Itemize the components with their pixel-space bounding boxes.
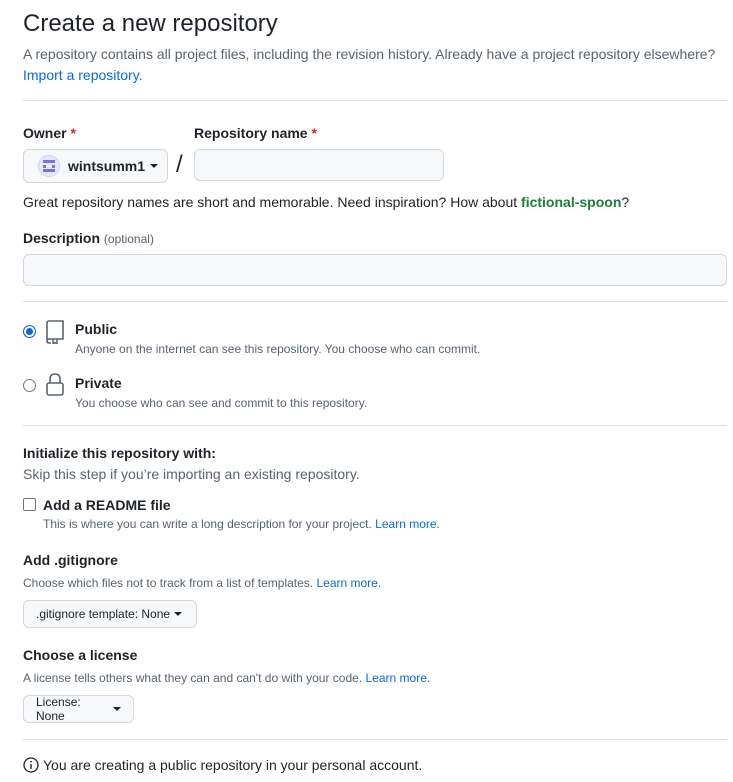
repo-icon bbox=[44, 320, 66, 349]
owner-repo-separator: / bbox=[176, 151, 183, 178]
repo-name-label-text: Repository name bbox=[194, 125, 308, 141]
subtitle-text: A repository contains all project files,… bbox=[23, 46, 716, 62]
private-radio[interactable] bbox=[23, 379, 36, 392]
owner-value: wintsumm1 bbox=[68, 158, 146, 174]
divider bbox=[23, 739, 727, 740]
lock-icon bbox=[44, 372, 66, 401]
name-suggestion-link[interactable]: fictional-spoon bbox=[521, 194, 621, 210]
avatar bbox=[38, 155, 60, 177]
initialize-subtitle: Skip this step if you’re importing an ex… bbox=[23, 466, 360, 482]
info-icon bbox=[23, 757, 39, 773]
description-label-text: Description bbox=[23, 230, 101, 246]
name-hint: Great repository names are short and mem… bbox=[23, 194, 629, 210]
description-input[interactable] bbox=[23, 254, 727, 286]
license-button[interactable]: License: None bbox=[23, 695, 134, 723]
owner-label-text: Owner bbox=[23, 125, 67, 141]
private-title: Private bbox=[75, 375, 122, 391]
license-description-text: A license tells others what they can and… bbox=[23, 671, 363, 685]
chevron-down-icon bbox=[150, 164, 159, 168]
repo-name-label: Repository name * bbox=[194, 125, 317, 141]
readme-checkbox[interactable] bbox=[23, 498, 36, 511]
chevron-down-icon bbox=[113, 707, 121, 711]
name-hint-text: Great repository names are short and mem… bbox=[23, 194, 522, 210]
gitignore-title: Add .gitignore bbox=[23, 552, 118, 568]
repo-name-required-mark: * bbox=[311, 125, 317, 141]
divider bbox=[23, 100, 727, 101]
readme-label[interactable]: Add a README file bbox=[43, 497, 171, 513]
page-title: Create a new repository bbox=[23, 10, 278, 37]
private-description: You choose who can see and commit to thi… bbox=[75, 396, 368, 410]
visibility-note: You are creating a public repository in … bbox=[23, 757, 422, 773]
initialize-title: Initialize this repository with: bbox=[23, 445, 216, 461]
import-repository-link[interactable]: Import a repository. bbox=[23, 67, 143, 83]
owner-select-button[interactable]: wintsumm1 bbox=[23, 149, 168, 183]
gitignore-description-text: Choose which files not to track from a l… bbox=[23, 576, 314, 590]
readme-description-text: This is where you can write a long descr… bbox=[43, 517, 372, 531]
public-description: Anyone on the internet can see this repo… bbox=[75, 342, 481, 356]
license-description: A license tells others what they can and… bbox=[23, 671, 430, 685]
owner-label: Owner * bbox=[23, 125, 76, 141]
name-hint-suffix: ? bbox=[621, 194, 630, 210]
readme-learn-more-link[interactable]: Learn more. bbox=[375, 517, 440, 531]
description-label: Description (optional) bbox=[23, 230, 154, 246]
readme-description: This is where you can write a long descr… bbox=[43, 517, 440, 531]
license-button-label: License: None bbox=[36, 695, 81, 723]
description-optional-text: (optional) bbox=[103, 232, 154, 246]
divider bbox=[23, 301, 727, 302]
owner-required-mark: * bbox=[70, 125, 76, 141]
public-radio[interactable] bbox=[23, 325, 36, 338]
visibility-note-text: You are creating a public repository in … bbox=[43, 757, 423, 773]
gitignore-description: Choose which files not to track from a l… bbox=[23, 576, 381, 590]
gitignore-button-label: .gitignore template: None bbox=[36, 607, 171, 621]
gitignore-learn-more-link[interactable]: Learn more. bbox=[316, 576, 381, 590]
chevron-down-icon bbox=[174, 612, 183, 616]
gitignore-template-button[interactable]: .gitignore template: None bbox=[23, 600, 197, 628]
repository-name-input[interactable] bbox=[194, 149, 444, 181]
divider bbox=[23, 425, 727, 426]
license-learn-more-link[interactable]: Learn more. bbox=[366, 671, 431, 685]
page-subtitle: A repository contains all project files,… bbox=[23, 44, 723, 86]
license-title: Choose a license bbox=[23, 647, 138, 663]
public-title: Public bbox=[75, 321, 118, 337]
